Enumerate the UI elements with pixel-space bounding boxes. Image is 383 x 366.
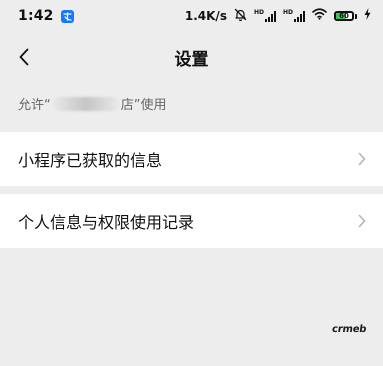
page-title: 设置 [174,49,209,70]
battery-level: 60 [339,12,349,20]
charging-bolt-icon [364,8,371,24]
back-button[interactable] [8,41,40,73]
sim2-hd-label: HD [282,9,293,16]
app-notification-icon [60,9,74,23]
sim1-signal-icon: HD [254,10,276,22]
navigation-bar: 设置 [0,32,383,82]
list-item-label: 小程序已获取的信息 [18,151,163,170]
permission-suffix: ”使用 [133,98,167,113]
permission-description: 允许“ 店 ”使用 [18,94,167,113]
chevron-right-icon [357,152,367,166]
list-item-personal-info-records[interactable]: 个人信息与权限使用记录 [0,194,383,248]
wifi-icon [312,8,327,24]
list-item-mini-program-info[interactable]: 小程序已获取的信息 [0,132,383,186]
status-time: 1:42 [18,8,54,24]
battery-icon: 60 [334,11,357,21]
chevron-right-icon [357,214,367,228]
chevron-left-icon [19,48,29,66]
watermark-logo: crmeb [330,324,367,335]
permission-visible-fragment: 店 [120,98,134,113]
mute-bell-icon [234,8,247,25]
sim2-signal-icon: HD [283,10,305,22]
sim1-hd-label: HD [253,9,264,16]
settings-screen: 1:42 1.4K/s HD HD 60 设置 允许“ 店 ”使用 小程序已获取… [0,0,383,366]
status-bar-left: 1:42 [18,0,74,32]
network-speed: 1.4K/s [184,9,227,23]
blurred-app-name [52,96,119,111]
permission-prefix: 允许“ [18,98,51,113]
status-bar-right: 1.4K/s HD HD 60 [185,0,371,32]
status-bar: 1:42 1.4K/s HD HD 60 [0,0,383,32]
list-item-label: 个人信息与权限使用记录 [18,213,195,232]
